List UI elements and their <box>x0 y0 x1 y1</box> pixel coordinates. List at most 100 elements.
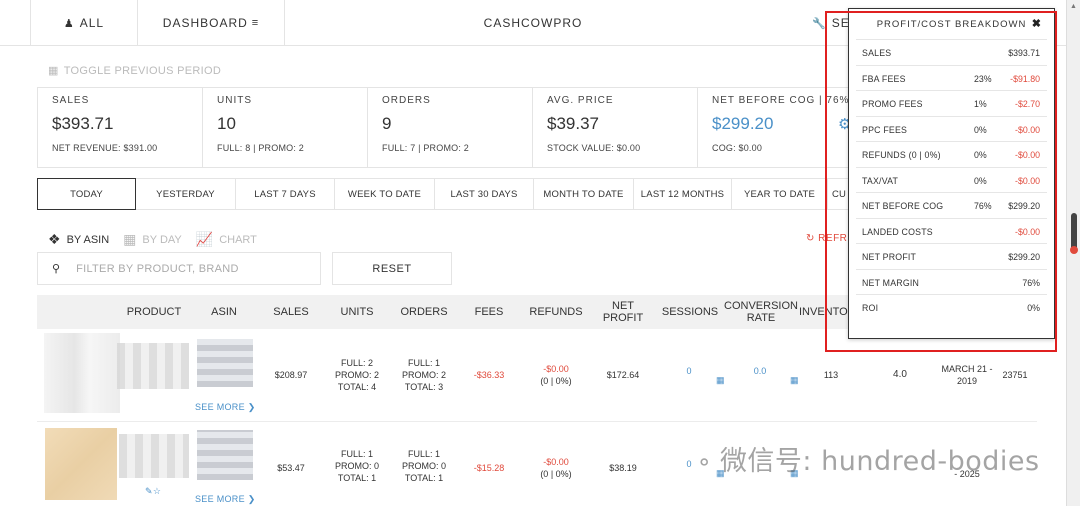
asin-blurred[interactable] <box>197 430 253 480</box>
product-image[interactable] <box>45 428 117 500</box>
tab-week-to-date[interactable]: WEEK TO DATE <box>335 178 435 210</box>
date-line1: MARCH 21 - <box>941 364 993 374</box>
table-header: PRODUCT ASIN SALES UNITS ORDERS FEES REF… <box>37 295 857 329</box>
units-total: TOTAL: 1 <box>337 473 377 483</box>
nav-all-button[interactable]: ♟ ALL <box>30 0 138 46</box>
th-product[interactable]: PRODUCT <box>120 295 188 329</box>
view-by-day[interactable]: ▦ BY DAY <box>123 231 182 248</box>
calendar-icon: ▦ <box>123 231 137 247</box>
cell-rating: 4.0 <box>893 369 907 380</box>
highlight-box <box>825 11 1057 352</box>
kpi-label: ORDERS <box>382 95 431 106</box>
th-net-profit[interactable]: NET PROFIT <box>597 295 649 329</box>
cell-conversion[interactable]: 0.0 <box>747 365 773 377</box>
asin-blurred[interactable] <box>197 339 253 387</box>
see-more-label: SEE MORE <box>195 402 245 412</box>
orders-full: FULL: 1 <box>407 358 440 368</box>
cell-sessions[interactable]: 0 <box>677 365 701 377</box>
units-promo: PROMO: 0 <box>334 461 379 471</box>
kpi-sub: STOCK VALUE: $0.00 <box>547 143 641 153</box>
kpi-orders: ORDERS 9 FULL: 7 | PROMO: 2 <box>368 88 533 167</box>
see-more-link[interactable]: SEE MORE ❯ <box>195 402 256 413</box>
nav-all-label: ALL <box>79 16 105 30</box>
view-switcher: ❖ BY ASIN ▦ BY DAY 📈 CHART <box>48 231 271 248</box>
scroll-up-arrow-icon[interactable]: ▲ <box>1070 3 1077 10</box>
menu-icon: ≡ <box>251 17 260 29</box>
view-chart-label: CHART <box>219 233 257 246</box>
toggle-previous-label: TOGGLE PREVIOUS PERIOD <box>63 65 222 77</box>
kpi-sales: SALES $393.71 NET REVENUE: $391.00 <box>38 88 203 167</box>
th-conversion-line2: RATE <box>746 312 776 324</box>
vertical-scrollbar[interactable]: ▲ <box>1066 0 1080 506</box>
tab-month-to-date[interactable]: MONTH TO DATE <box>534 178 634 210</box>
refunds-amount: -$0.00 <box>543 457 569 467</box>
th-sales[interactable]: SALES <box>263 295 319 329</box>
th-conversion-rate[interactable]: CONVERSION RATE <box>723 295 799 329</box>
kpi-label: UNITS <box>217 95 252 106</box>
cell-fees: -$36.33 <box>473 370 505 380</box>
watermark-text: 微信号: hundred-bodies <box>719 446 1040 477</box>
units-full: FULL: 2 <box>340 358 373 368</box>
tab-yesterday[interactable]: YESTERDAY <box>136 178 236 210</box>
tab-last-7-days[interactable]: LAST 7 DAYS <box>236 178 335 210</box>
units-promo: PROMO: 2 <box>334 370 379 380</box>
kpi-value: 9 <box>382 114 392 133</box>
units-full: FULL: 1 <box>340 449 373 459</box>
tab-last-12-months[interactable]: LAST 12 MONTHS <box>634 178 732 210</box>
cell-units: FULL: 2 PROMO: 2 TOTAL: 4 <box>327 357 387 393</box>
filter-box: ⚲ <box>37 252 321 285</box>
product-title-blurred[interactable] <box>117 343 189 389</box>
cell-sales: $208.97 <box>274 370 308 380</box>
kpi-summary: SALES $393.71 NET REVENUE: $391.00 UNITS… <box>37 87 857 168</box>
kpi-value: 10 <box>217 114 236 133</box>
view-chart[interactable]: 📈 CHART <box>196 231 257 248</box>
date-line2: 2019 <box>956 376 978 386</box>
cell-net-profit: $38.19 <box>609 463 637 473</box>
orders-full: FULL: 1 <box>407 449 440 459</box>
th-net-profit-line2: PROFIT <box>602 312 644 324</box>
see-more-label: SEE MORE <box>195 494 245 504</box>
cell-refunds: -$0.00 (0 | 0%) <box>523 456 589 480</box>
product-image[interactable] <box>44 333 120 413</box>
kpi-units: UNITS 10 FULL: 8 | PROMO: 2 <box>203 88 368 167</box>
kpi-value: $39.37 <box>547 114 599 133</box>
calendar-icon[interactable]: ▦ <box>790 375 799 386</box>
filter-input[interactable] <box>76 262 297 275</box>
see-more-link[interactable]: SEE MORE ❯ <box>195 494 256 505</box>
kpi-sub: FULL: 7 | PROMO: 2 <box>382 143 469 153</box>
kpi-value: $393.71 <box>52 114 114 133</box>
cell-net-profit: $172.64 <box>606 370 640 380</box>
nav-dashboard-button[interactable]: DASHBOARD ≡ <box>138 0 285 46</box>
kpi-sub: FULL: 8 | PROMO: 2 <box>217 143 304 153</box>
orders-promo: PROMO: 2 <box>401 370 446 380</box>
tab-year-to-date[interactable]: YEAR TO DATE <box>732 178 828 210</box>
th-asin[interactable]: ASIN <box>200 295 248 329</box>
nav-dashboard-label: DASHBOARD <box>162 16 248 30</box>
cell-inventory: 113 <box>823 370 839 380</box>
cell-fees: -$15.28 <box>473 463 505 473</box>
tab-last-30-days[interactable]: LAST 30 DAYS <box>435 178 534 210</box>
cell-orders: FULL: 1 PROMO: 0 TOTAL: 1 <box>393 448 455 484</box>
units-total: TOTAL: 4 <box>337 382 377 392</box>
th-sessions[interactable]: SESSIONS <box>659 295 721 329</box>
cell-rank: 23751 <box>1002 370 1028 380</box>
tab-today[interactable]: TODAY <box>37 178 136 210</box>
brand-title: CASHCOWPRO <box>285 0 781 46</box>
th-fees[interactable]: FEES <box>467 295 511 329</box>
cell-sales: $53.47 <box>277 463 305 473</box>
orders-total: TOTAL: 3 <box>404 382 444 392</box>
th-units[interactable]: UNITS <box>329 295 385 329</box>
kpi-avg-price: AVG. PRICE $39.37 STOCK VALUE: $0.00 <box>533 88 698 167</box>
view-by-asin[interactable]: ❖ BY ASIN <box>48 231 109 248</box>
reset-button[interactable]: RESET <box>332 252 452 285</box>
refresh-icon: ↻ <box>806 233 815 244</box>
calendar-icon[interactable]: ▦ <box>716 375 725 386</box>
chevron-right-icon: ❯ <box>247 402 256 412</box>
th-refunds[interactable]: REFUNDS <box>523 295 589 329</box>
product-title-blurred[interactable] <box>119 434 189 478</box>
th-net-profit-line1: NET <box>612 300 634 312</box>
th-orders[interactable]: ORDERS <box>393 295 455 329</box>
refunds-count: (0 | 0%) <box>540 469 572 479</box>
edit-icon[interactable]: ✎☆ <box>145 486 161 497</box>
toggle-previous-period[interactable]: ▦ TOGGLE PREVIOUS PERIOD <box>48 64 221 77</box>
